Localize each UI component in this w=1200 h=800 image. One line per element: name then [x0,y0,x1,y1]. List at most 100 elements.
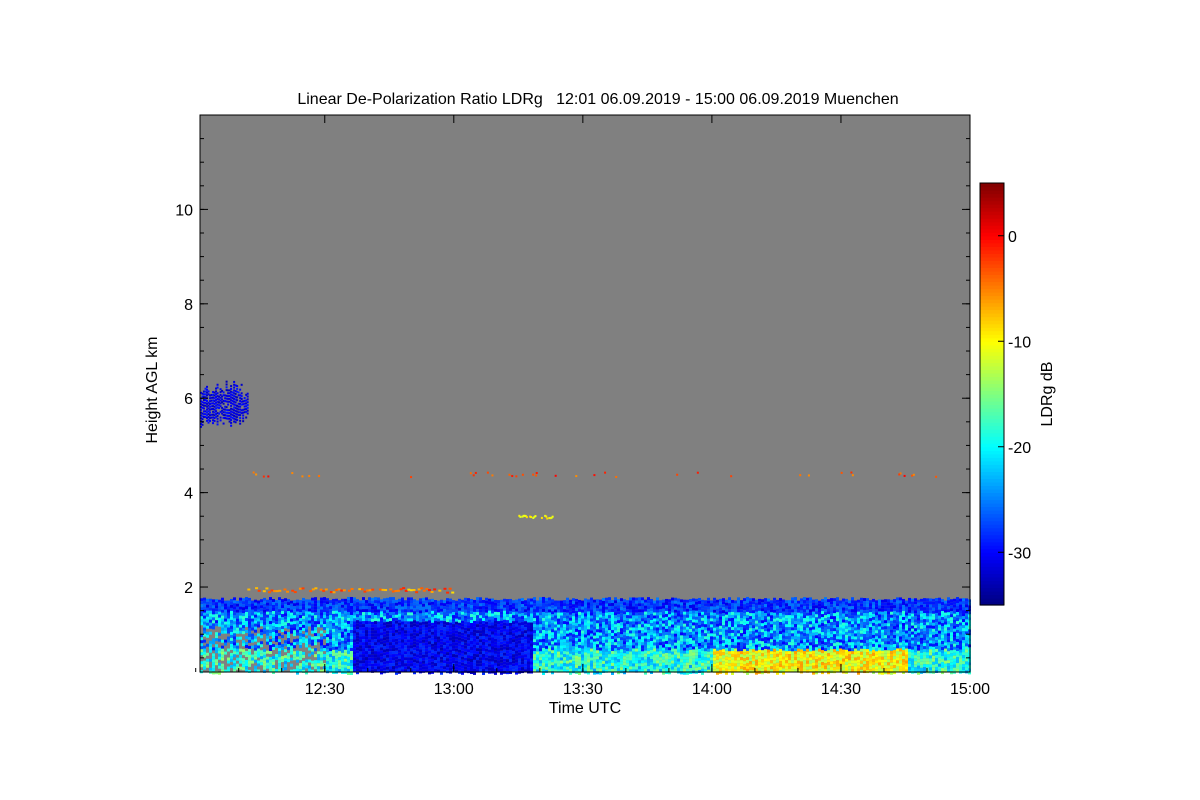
colorbar-step [980,218,1004,223]
colorbar-step [980,446,1004,451]
colorbar-step [980,204,1004,209]
colorbar-step [980,401,1004,406]
y-tick-label: 6 [184,391,193,408]
colorbar-step [980,404,1004,409]
colorbar-step [980,186,1004,191]
colorbar-step [980,351,1004,356]
colorbar-label: LDRg dB [1039,362,1056,427]
colorbar-step [980,453,1004,458]
colorbar-step [980,499,1004,504]
colorbar-step [980,221,1004,226]
colorbar-tick-label: -30 [1008,545,1031,562]
colorbar-step [980,376,1004,381]
colorbar-step [980,358,1004,363]
colorbar-step [980,334,1004,339]
aerosol-layer [200,596,971,675]
colorbar-step [980,559,1004,564]
colorbar-step [980,292,1004,297]
colorbar-step [980,569,1004,574]
colorbar-step [980,583,1004,589]
colorbar-step [980,260,1004,265]
x-tick-label: 14:30 [821,681,861,698]
colorbar-step [980,492,1004,497]
colorbar-step [980,256,1004,261]
colorbar-step [980,249,1004,254]
colorbar-step [980,471,1004,476]
colorbar-step [980,517,1004,522]
colorbar-step [980,552,1004,557]
colorbar-step [980,330,1004,335]
colorbar-step [980,365,1004,370]
colorbar-step [980,341,1004,346]
colorbar-step [980,214,1004,219]
colorbar-step [980,467,1004,472]
colorbar-step [980,288,1004,293]
colorbar-step [980,590,1004,596]
colorbar-step [980,545,1004,550]
colorbar-step [980,418,1004,423]
colorbar-step [980,573,1004,578]
colorbar-step [980,562,1004,567]
colorbar-step [980,534,1004,539]
colorbar-step [980,415,1004,420]
colorbar-step [980,211,1004,216]
y-tick-label: 4 [184,486,193,503]
colorbar-step [980,228,1004,233]
colorbar-step [980,344,1004,349]
colorbar-step [980,587,1004,592]
colorbar-step [980,566,1004,571]
colorbar-step [980,478,1004,483]
colorbar-step [980,538,1004,543]
colorbar-step [980,383,1004,388]
colorbar-step [980,488,1004,494]
colorbar-step [980,425,1004,430]
colorbar-step [980,197,1004,202]
colorbar-step [980,327,1004,332]
colorbar-step [980,270,1004,276]
colorbar-step [980,267,1004,272]
x-tick-label: 13:30 [563,681,603,698]
y-axis-label: Height AGL km [144,336,161,443]
colorbar-step [980,225,1004,230]
colorbar-step [980,439,1004,444]
colorbar-step [980,527,1004,532]
colorbar-step [980,348,1004,353]
colorbar-step [980,432,1004,437]
colorbar-step [980,594,1004,599]
colorbar-step [980,464,1004,469]
colorbar-step [980,597,1004,603]
colorbar-step [980,531,1004,536]
colorbar-step [980,457,1004,462]
colorbar-step [980,555,1004,560]
colorbar-step [980,284,1004,290]
colorbar-tick-label: 0 [1008,229,1017,246]
colorbar-step [980,513,1004,518]
colorbar-step [980,510,1004,515]
x-tick-label: 12:30 [305,681,345,698]
colorbar-step [980,274,1004,279]
colorbar-step [980,394,1004,399]
colorbar-step [980,263,1004,268]
colorbar-step [980,190,1004,195]
colorbar-step [980,541,1004,546]
colorbar-step [980,193,1004,198]
colorbar-tick-label: -20 [1008,440,1031,457]
colorbar-step [980,242,1004,247]
colorbar-step [980,277,1004,283]
x-axis-label: Time UTC [549,700,621,717]
colorbar-step [980,503,1004,508]
colorbar-step [980,390,1004,395]
colorbar-step [980,495,1004,501]
colorbar-step [980,362,1004,367]
colorbar-step [980,485,1004,490]
colorbar-step [980,520,1004,525]
colorbar-step [980,323,1004,328]
plot-area [199,114,971,675]
colorbar: 0 -10 -20 -30 [979,182,1031,606]
y-tick-label: 10 [175,202,193,219]
colorbar-step [980,450,1004,455]
y-tick-label: 8 [184,297,193,314]
colorbar-step [980,299,1004,304]
x-tick-label: 14:00 [692,681,732,698]
colorbar-step [980,246,1004,251]
